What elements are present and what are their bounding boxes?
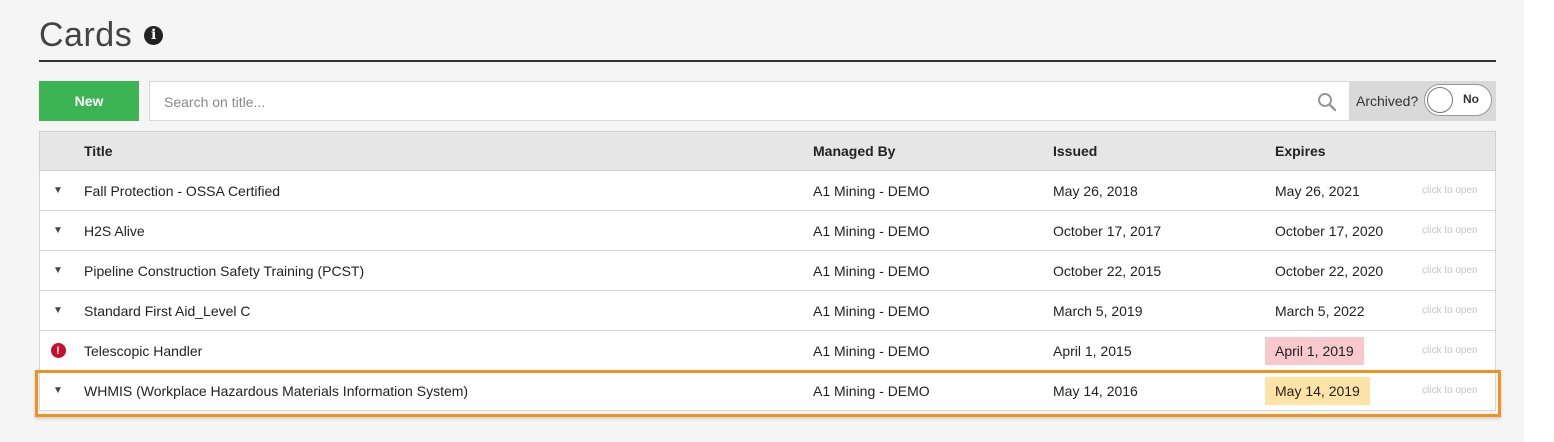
column-header-issued[interactable]: Issued [1053,132,1097,170]
row-title: Pipeline Construction Safety Training (P… [84,262,365,279]
cards-table: Title Managed By Issued Expires ▼ Fall P… [39,131,1496,411]
alert-icon: ! [50,343,66,358]
archived-filter: Archived? No [1349,81,1496,121]
caret-down-icon[interactable]: ▼ [40,291,76,330]
row-title: WHMIS (Workplace Hazardous Materials Inf… [84,382,469,399]
toolbar: New Archived? No [39,81,1496,122]
caret-down-icon[interactable]: ▼ [40,171,76,210]
click-to-open-link[interactable]: click to open [1422,291,1478,330]
table-row[interactable]: ▼ Fall Protection - OSSA Certified A1 Mi… [39,171,1496,211]
new-button[interactable]: New [39,81,139,121]
row-managed-by: A1 Mining - DEMO [813,342,930,359]
table-row[interactable]: ! Telescopic Handler A1 Mining - DEMO Ap… [39,331,1496,371]
click-to-open-link[interactable]: click to open [1422,371,1478,410]
toggle-knob [1427,87,1453,113]
info-icon[interactable]: i [144,25,164,45]
search-box [149,81,1350,122]
column-header-title[interactable]: Title [84,132,113,170]
row-title: H2S Alive [84,222,145,239]
click-to-open-link[interactable]: click to open [1422,211,1478,250]
row-issued: April 1, 2015 [1053,342,1132,359]
row-issued: March 5, 2019 [1053,302,1143,319]
row-expires: October 22, 2020 [1275,262,1384,279]
column-header-managed-by[interactable]: Managed By [813,132,895,170]
expired-date-badge: April 1, 2019 [1265,336,1364,365]
table-row[interactable]: ▼ H2S Alive A1 Mining - DEMO October 17,… [39,211,1496,251]
search-icon[interactable] [1317,92,1337,112]
caret-down-icon[interactable]: ▼ [40,371,76,410]
caret-down-icon[interactable]: ▼ [40,211,76,250]
row-title: Fall Protection - OSSA Certified [84,182,281,199]
table-header: Title Managed By Issued Expires [39,131,1496,171]
row-expires: May 26, 2021 [1275,182,1360,199]
row-issued: October 17, 2017 [1053,222,1162,239]
row-managed-by: A1 Mining - DEMO [813,222,930,239]
row-issued: October 22, 2015 [1053,262,1162,279]
archived-label: Archived? [1356,93,1419,109]
column-header-expires[interactable]: Expires [1275,132,1326,170]
archived-toggle[interactable]: No [1424,84,1492,116]
table-row[interactable]: ▼ Pipeline Construction Safety Training … [39,251,1496,291]
table-row[interactable]: ▼ WHMIS (Workplace Hazardous Materials I… [39,371,1496,411]
click-to-open-link[interactable]: click to open [1422,331,1478,370]
table-row[interactable]: ▼ Standard First Aid_Level C A1 Mining -… [39,291,1496,331]
row-managed-by: A1 Mining - DEMO [813,382,930,399]
toggle-state: No [1463,92,1479,106]
expiring-date-badge: May 14, 2019 [1265,376,1370,405]
row-managed-by: A1 Mining - DEMO [813,262,930,279]
click-to-open-link[interactable]: click to open [1422,171,1478,210]
row-expires: October 17, 2020 [1275,222,1384,239]
page-header: Cards i [39,10,1496,62]
row-title: Standard First Aid_Level C [84,302,251,319]
caret-down-icon[interactable]: ▼ [40,251,76,290]
row-managed-by: A1 Mining - DEMO [813,182,930,199]
row-issued: May 26, 2018 [1053,182,1138,199]
search-input[interactable] [162,82,1296,122]
row-managed-by: A1 Mining - DEMO [813,302,930,319]
row-issued: May 14, 2016 [1053,382,1138,399]
click-to-open-link[interactable]: click to open [1422,251,1478,290]
page-title: Cards [39,15,133,54]
cards-panel: Cards i New Archived? No Title Managed B… [0,0,1524,442]
row-title: Telescopic Handler [84,342,203,359]
row-expires: March 5, 2022 [1275,302,1365,319]
